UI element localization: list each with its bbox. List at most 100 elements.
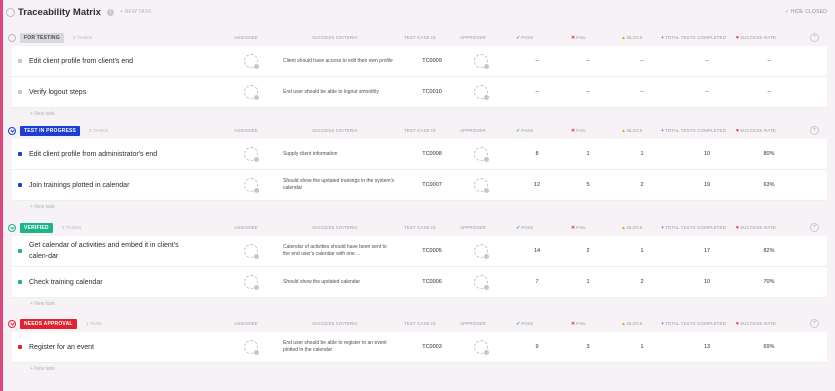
column-header-block[interactable]: ▲BLOCK — [621, 33, 643, 43]
task-count: 2 TASKS — [62, 225, 82, 230]
column-header-fail[interactable]: ✕FAIL — [571, 223, 586, 233]
new-task-row[interactable]: + New task — [6, 298, 827, 310]
column-header-rate[interactable]: ♥SUCCESS RATE — [736, 33, 776, 43]
table-row[interactable]: Edit client profile from client's end Cli… — [12, 46, 827, 77]
assignee-avatar[interactable] — [244, 178, 259, 193]
approver-avatar[interactable] — [474, 85, 489, 100]
column-header-tcid[interactable]: TEST CASE ID — [404, 319, 436, 329]
table-row[interactable]: Register for an event End user should be … — [12, 332, 827, 363]
column-header-label: TEST CASE ID — [404, 128, 436, 133]
column-header-block[interactable]: ▲BLOCK — [621, 223, 643, 233]
column-header-tcid[interactable]: TEST CASE ID — [404, 33, 436, 43]
add-column-icon[interactable]: + — [810, 319, 819, 328]
column-header-rate[interactable]: ♥SUCCESS RATE — [736, 223, 776, 233]
column-header-criteria[interactable]: SUCCESS CRITERIA — [312, 33, 358, 43]
status-badge[interactable]: TEST IN PROGRESS — [20, 126, 81, 136]
add-column-icon[interactable]: + — [810, 223, 819, 232]
table-row[interactable]: Verify logout steps End user should be ab… — [12, 77, 827, 108]
collapse-group-icon[interactable] — [8, 34, 16, 42]
assignee-avatar[interactable] — [244, 54, 259, 69]
hide-closed-toggle[interactable]: ✓ HIDE CLOSED — [785, 9, 827, 15]
column-header-pass[interactable]: ✓PASS — [516, 319, 533, 329]
collapse-group-icon[interactable] — [8, 224, 16, 232]
table-row[interactable]: Edit client profile from administrator's… — [12, 139, 827, 170]
column-header-block[interactable]: ▲BLOCK — [621, 319, 643, 329]
column-header-label: FAIL — [576, 128, 586, 133]
collapse-all-icon[interactable] — [6, 7, 15, 17]
table-row[interactable]: Get calendar of activities and embed it … — [12, 236, 827, 267]
approver-avatar[interactable] — [474, 54, 489, 69]
task-name[interactable]: Register for an event — [29, 332, 199, 362]
status-dot[interactable] — [18, 280, 22, 284]
assignee-avatar[interactable] — [244, 340, 259, 355]
column-header-label: APPROVER — [460, 35, 486, 40]
column-header-label: PASS — [521, 225, 534, 230]
column-header-total[interactable]: +TOTAL TESTS COMPLETED — [661, 33, 726, 43]
status-dot[interactable] — [18, 59, 22, 63]
status-badge[interactable]: FOR TESTING — [20, 33, 64, 43]
status-dot[interactable] — [18, 90, 22, 94]
column-header-criteria[interactable]: SUCCESS CRITERIA — [312, 223, 358, 233]
column-header-label: FAIL — [576, 35, 586, 40]
assignee-avatar[interactable] — [244, 85, 259, 100]
column-header-assignee[interactable]: ASSIGNEE — [234, 223, 258, 233]
table-row[interactable]: Join trainings plotted in calendar Should… — [12, 170, 827, 201]
column-header-fail[interactable]: ✕FAIL — [571, 126, 586, 136]
rate-value: – — [767, 58, 771, 64]
task-name[interactable]: Join trainings plotted in calendar — [29, 170, 199, 200]
column-header-rate[interactable]: ♥SUCCESS RATE — [736, 319, 776, 329]
task-name[interactable]: Edit client profile from administrator's… — [29, 139, 199, 169]
approver-avatar[interactable] — [474, 147, 489, 162]
column-header-total[interactable]: +TOTAL TESTS COMPLETED — [661, 319, 726, 329]
new-task-row[interactable]: + New task — [6, 201, 827, 213]
column-header-assignee[interactable]: ASSIGNEE — [234, 319, 258, 329]
task-name[interactable]: Edit client profile from client's end — [29, 46, 199, 76]
column-header-approver[interactable]: APPROVER — [460, 223, 486, 233]
column-header-pass[interactable]: ✓PASS — [516, 126, 533, 136]
info-icon[interactable]: i — [106, 8, 114, 16]
add-column-icon[interactable]: + — [810, 126, 819, 135]
assignee-avatar[interactable] — [244, 147, 259, 162]
new-task-button[interactable]: + NEW TASK — [120, 9, 152, 15]
group-header: FOR TESTING 2 TASKS ASSIGNEE SUCCESS CRITER… — [6, 32, 827, 46]
block-value: 1 — [640, 248, 644, 254]
status-badge[interactable]: VERIFIED — [20, 223, 53, 233]
column-header-pass[interactable]: ✓PASS — [516, 223, 533, 233]
status-dot[interactable] — [18, 152, 22, 156]
assignee-avatar[interactable] — [244, 244, 259, 259]
collapse-group-icon[interactable] — [8, 320, 16, 328]
column-header-criteria[interactable]: SUCCESS CRITERIA — [312, 319, 358, 329]
column-header-approver[interactable]: APPROVER — [460, 126, 486, 136]
status-dot[interactable] — [18, 345, 22, 349]
column-header-block[interactable]: ▲BLOCK — [621, 126, 643, 136]
column-header-approver[interactable]: APPROVER — [460, 319, 486, 329]
approver-avatar[interactable] — [474, 275, 489, 290]
status-dot[interactable] — [18, 249, 22, 253]
column-header-criteria[interactable]: SUCCESS CRITERIA — [312, 126, 358, 136]
new-task-row[interactable]: + New task — [6, 363, 827, 375]
column-header-total[interactable]: +TOTAL TESTS COMPLETED — [661, 126, 726, 136]
task-name[interactable]: Verify logout steps — [29, 77, 199, 107]
column-header-approver[interactable]: APPROVER — [460, 33, 486, 43]
column-header-tcid[interactable]: TEST CASE ID — [404, 126, 436, 136]
add-column-icon[interactable]: + — [810, 33, 819, 42]
status-badge[interactable]: NEEDS APPROVAL — [20, 319, 77, 329]
new-task-row[interactable]: + New task — [6, 108, 827, 120]
collapse-group-icon[interactable] — [8, 127, 16, 135]
status-dot[interactable] — [18, 183, 22, 187]
column-header-pass[interactable]: ✓PASS — [516, 33, 533, 43]
column-header-fail[interactable]: ✕FAIL — [571, 33, 586, 43]
task-name[interactable]: Get calendar of activities and embed it … — [29, 236, 199, 266]
column-header-total[interactable]: +TOTAL TESTS COMPLETED — [661, 223, 726, 233]
column-header-assignee[interactable]: ASSIGNEE — [234, 33, 258, 43]
approver-avatar[interactable] — [474, 340, 489, 355]
column-header-assignee[interactable]: ASSIGNEE — [234, 126, 258, 136]
approver-avatar[interactable] — [474, 244, 489, 259]
column-header-rate[interactable]: ♥SUCCESS RATE — [736, 126, 776, 136]
table-row[interactable]: Check training calendar Should show the u… — [12, 267, 827, 298]
task-name[interactable]: Check training calendar — [29, 267, 199, 297]
column-header-tcid[interactable]: TEST CASE ID — [404, 223, 436, 233]
column-header-fail[interactable]: ✕FAIL — [571, 319, 586, 329]
assignee-avatar[interactable] — [244, 275, 259, 290]
approver-avatar[interactable] — [474, 178, 489, 193]
